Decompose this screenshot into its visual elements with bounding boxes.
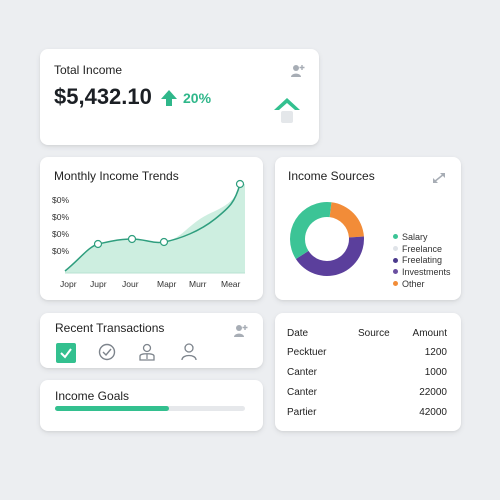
legend-label: Other	[402, 278, 425, 289]
y-tick-label: $0%	[52, 246, 69, 256]
table-cell-amount: 22000	[419, 387, 447, 398]
legend-label: Investments	[402, 266, 451, 277]
total-income-card: Total Income $5,432.10 20%	[40, 49, 319, 145]
table-cell-date: Pecktuer	[287, 347, 327, 358]
y-tick-label: $0%	[52, 229, 69, 239]
check-circle-icon[interactable]	[98, 343, 116, 361]
recent-transactions-card: Recent Transactions	[40, 313, 263, 368]
income-goals-title: Income Goals	[55, 389, 130, 403]
y-tick-label: $0%	[52, 195, 69, 205]
column-header-source: Source	[358, 328, 390, 339]
goal-progress-fill	[55, 406, 169, 411]
table-cell-date: Canter	[287, 367, 318, 378]
add-user-icon[interactable]	[290, 63, 306, 79]
trend-point	[127, 234, 137, 244]
x-tick-label: Jour	[122, 279, 139, 289]
add-user-icon[interactable]	[233, 323, 249, 339]
transactions-table-card: Date Source Amount Pecktuer 1200 Canter …	[275, 313, 461, 431]
x-tick-label: Murr	[189, 279, 207, 289]
user-icon[interactable]	[180, 342, 198, 361]
donut-slice-salary	[290, 202, 332, 260]
income-goals-card: Income Goals	[40, 380, 263, 431]
legend-swatch	[393, 281, 398, 287]
table-cell-date: Partier	[287, 407, 317, 418]
column-header-date: Date	[287, 328, 309, 339]
user-badge-icon[interactable]	[138, 342, 156, 361]
x-tick-label: Jopr	[60, 279, 77, 289]
arrow-up-icon	[161, 90, 177, 106]
change-indicator: 20%	[160, 89, 211, 107]
table-cell-amount: 1200	[424, 347, 447, 358]
x-tick-label: Mapr	[157, 279, 177, 289]
monthly-trends-card: Monthly Income Trends $0% $0% $0% $0% Jo…	[40, 157, 263, 300]
legend-label: Salary	[402, 231, 428, 242]
checkbox-checked-icon[interactable]	[56, 343, 76, 363]
legend-item: Freelating	[393, 254, 451, 266]
total-income-amount: $5,432.10	[54, 84, 152, 109]
x-tick-label: Mear	[221, 279, 241, 289]
table-cell-date: Canter	[287, 387, 318, 398]
trend-area	[65, 184, 245, 273]
table-cell-amount: 42000	[419, 407, 447, 418]
legend-swatch	[393, 257, 398, 263]
income-sources-card: Income Sources Salary Freelance Freelati…	[275, 157, 461, 300]
donut-slice-other	[329, 202, 364, 238]
legend-swatch	[393, 269, 398, 275]
legend-swatch	[393, 234, 398, 240]
goal-progress-bar	[55, 406, 245, 411]
column-header-amount: Amount	[412, 328, 447, 339]
donut-slice-investments	[295, 236, 364, 276]
y-tick-label: $0%	[52, 212, 69, 222]
home-up-icon[interactable]	[273, 96, 301, 124]
trend-point	[93, 239, 103, 249]
legend-item: Other	[393, 278, 451, 290]
legend-label: Freelating	[402, 255, 443, 266]
legend-item: Salary	[393, 231, 451, 243]
change-percent: 20%	[183, 90, 212, 106]
legend-item: Investments	[393, 266, 451, 278]
x-tick-label: Jupr	[90, 279, 107, 289]
trend-point	[235, 179, 245, 189]
trend-chart: $0% $0% $0% $0% Jopr Jupr Jour Mapr Murr…	[52, 179, 245, 289]
legend-swatch	[393, 246, 398, 252]
trend-point	[159, 237, 169, 247]
legend-item: Freelance	[393, 243, 451, 255]
legend-label: Freelance	[402, 243, 443, 254]
sources-legend: Salary Freelance Freelating Investments …	[393, 231, 451, 289]
total-income-title: Total Income	[54, 63, 123, 77]
recent-transactions-title: Recent Transactions	[55, 321, 165, 335]
table-cell-amount: 1000	[424, 367, 447, 378]
